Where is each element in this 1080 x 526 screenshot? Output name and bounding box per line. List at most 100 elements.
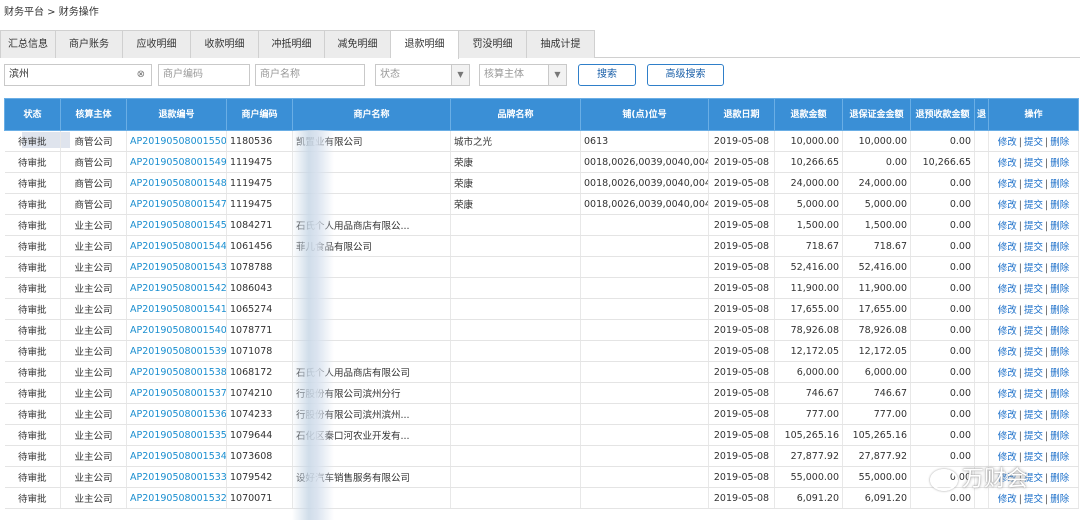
tab-3[interactable]: 收款明细 [191, 30, 259, 58]
column-header[interactable]: 退保证金金额 [842, 98, 911, 131]
cell-refund-no[interactable]: AP20190508001544 [126, 235, 227, 257]
edit-link[interactable]: 修改 [998, 200, 1017, 211]
delete-link[interactable]: 删除 [1050, 221, 1069, 232]
edit-link[interactable]: 修改 [998, 368, 1017, 379]
submit-link[interactable]: 提交 [1024, 494, 1043, 505]
cell-refund-no[interactable]: AP20190508001549 [126, 151, 227, 173]
edit-link[interactable]: 修改 [998, 326, 1017, 337]
search-button[interactable]: 搜索 [578, 64, 636, 86]
edit-link[interactable]: 修改 [998, 410, 1017, 421]
delete-link[interactable]: 删除 [1050, 158, 1069, 169]
column-header[interactable]: 退款金额 [774, 98, 843, 131]
submit-link[interactable]: 提交 [1024, 179, 1043, 190]
clear-icon[interactable]: ⊗ [137, 65, 145, 85]
edit-link[interactable]: 修改 [998, 305, 1017, 316]
tab-1[interactable]: 商户账务 [56, 30, 123, 58]
column-header[interactable]: 状态 [4, 98, 61, 131]
edit-link[interactable]: 修改 [998, 389, 1017, 400]
cell-refund-no[interactable]: AP20190508001547 [126, 193, 227, 215]
submit-link[interactable]: 提交 [1024, 137, 1043, 148]
column-header[interactable]: 商户名称 [292, 98, 451, 131]
column-header[interactable]: 核算主体 [60, 98, 127, 131]
delete-link[interactable]: 删除 [1050, 389, 1069, 400]
status-select[interactable]: 状态 ▼ [375, 64, 470, 86]
submit-link[interactable]: 提交 [1024, 389, 1043, 400]
submit-link[interactable]: 提交 [1024, 326, 1043, 337]
column-header[interactable]: 退 [974, 98, 989, 131]
delete-link[interactable]: 删除 [1050, 494, 1069, 505]
city-input[interactable]: 滨州 ⊗ [4, 64, 152, 86]
delete-link[interactable]: 删除 [1050, 368, 1069, 379]
delete-link[interactable]: 删除 [1050, 263, 1069, 274]
tab-4[interactable]: 冲抵明细 [259, 30, 325, 58]
tab-2[interactable]: 应收明细 [123, 30, 191, 58]
advanced-search-button[interactable]: 高级搜索 [647, 64, 724, 86]
edit-link[interactable]: 修改 [998, 452, 1017, 463]
edit-link[interactable]: 修改 [998, 137, 1017, 148]
cell-refund-no[interactable]: AP20190508001540 [126, 319, 227, 341]
submit-link[interactable]: 提交 [1024, 431, 1043, 442]
edit-link[interactable]: 修改 [998, 242, 1017, 253]
edit-link[interactable]: 修改 [998, 179, 1017, 190]
cell-refund-no[interactable]: AP20190508001538 [126, 361, 227, 383]
entity-select[interactable]: 核算主体 ▼ [479, 64, 567, 86]
column-header[interactable]: 品牌名称 [450, 98, 581, 131]
submit-link[interactable]: 提交 [1024, 410, 1043, 421]
column-header[interactable]: 退款编号 [126, 98, 227, 131]
delete-link[interactable]: 删除 [1050, 284, 1069, 295]
cell-refund-no[interactable]: AP20190508001543 [126, 256, 227, 278]
submit-link[interactable]: 提交 [1024, 263, 1043, 274]
delete-link[interactable]: 删除 [1050, 473, 1069, 484]
tab-7[interactable]: 罚没明细 [459, 30, 527, 58]
edit-link[interactable]: 修改 [998, 431, 1017, 442]
submit-link[interactable]: 提交 [1024, 473, 1043, 484]
edit-link[interactable]: 修改 [998, 263, 1017, 274]
cell-refund-no[interactable]: AP20190508001533 [126, 466, 227, 488]
cell-refund-no[interactable]: AP20190508001532 [126, 487, 227, 509]
cell-refund-no[interactable]: AP20190508001545 [126, 214, 227, 236]
edit-link[interactable]: 修改 [998, 284, 1017, 295]
tab-0[interactable]: 汇总信息 [0, 30, 56, 58]
cell-refund-no[interactable]: AP20190508001542 [126, 277, 227, 299]
edit-link[interactable]: 修改 [998, 473, 1017, 484]
submit-link[interactable]: 提交 [1024, 452, 1043, 463]
delete-link[interactable]: 删除 [1050, 137, 1069, 148]
edit-link[interactable]: 修改 [998, 158, 1017, 169]
tab-6[interactable]: 退款明细 [391, 30, 459, 59]
cell-refund-no[interactable]: AP20190508001541 [126, 298, 227, 320]
tab-5[interactable]: 减免明细 [325, 30, 391, 58]
submit-link[interactable]: 提交 [1024, 242, 1043, 253]
edit-link[interactable]: 修改 [998, 494, 1017, 505]
cell-refund-no[interactable]: AP20190508001536 [126, 403, 227, 425]
delete-link[interactable]: 删除 [1050, 410, 1069, 421]
delete-link[interactable]: 删除 [1050, 305, 1069, 316]
delete-link[interactable]: 删除 [1050, 200, 1069, 211]
submit-link[interactable]: 提交 [1024, 158, 1043, 169]
column-header[interactable]: 操作 [988, 98, 1079, 131]
cell-refund-no[interactable]: AP20190508001534 [126, 445, 227, 467]
submit-link[interactable]: 提交 [1024, 221, 1043, 232]
merchant-name-input[interactable]: 商户名称 [255, 64, 365, 86]
edit-link[interactable]: 修改 [998, 347, 1017, 358]
cell-refund-no[interactable]: AP20190508001535 [126, 424, 227, 446]
cell-refund-no[interactable]: AP20190508001548 [126, 172, 227, 194]
column-header[interactable]: 退款日期 [708, 98, 775, 131]
submit-link[interactable]: 提交 [1024, 347, 1043, 358]
delete-link[interactable]: 删除 [1050, 326, 1069, 337]
submit-link[interactable]: 提交 [1024, 305, 1043, 316]
merchant-code-input[interactable]: 商户编码 [158, 64, 250, 86]
edit-link[interactable]: 修改 [998, 221, 1017, 232]
column-header[interactable]: 商户编码 [226, 98, 293, 131]
column-header[interactable]: 退预收款金额 [910, 98, 975, 131]
delete-link[interactable]: 删除 [1050, 431, 1069, 442]
delete-link[interactable]: 删除 [1050, 347, 1069, 358]
submit-link[interactable]: 提交 [1024, 368, 1043, 379]
tab-8[interactable]: 抽成计提 [527, 30, 595, 58]
cell-refund-no[interactable]: AP20190508001537 [126, 382, 227, 404]
delete-link[interactable]: 删除 [1050, 179, 1069, 190]
submit-link[interactable]: 提交 [1024, 284, 1043, 295]
cell-refund-no[interactable]: AP20190508001550 [126, 130, 227, 152]
delete-link[interactable]: 删除 [1050, 242, 1069, 253]
column-header[interactable]: 铺(点)位号 [580, 98, 709, 131]
cell-refund-no[interactable]: AP20190508001539 [126, 340, 227, 362]
